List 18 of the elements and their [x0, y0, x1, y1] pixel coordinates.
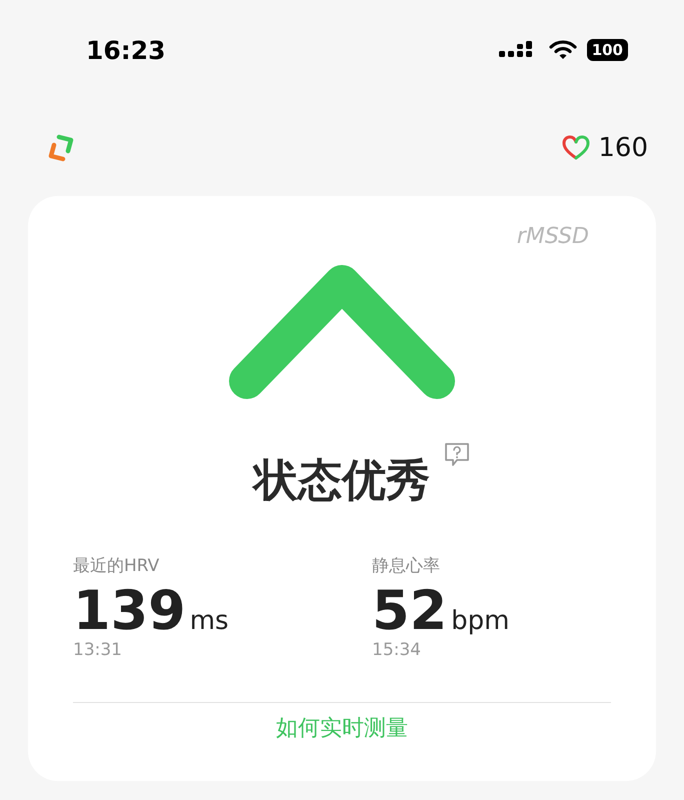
- metric-label: rMSSD: [516, 224, 589, 249]
- stat-unit: ms: [190, 606, 229, 636]
- stat-time: 15:34: [372, 640, 422, 660]
- measure-link[interactable]: 如何实时测量: [276, 713, 408, 744]
- stat-unit: bpm: [451, 606, 510, 636]
- help-icon[interactable]: [443, 441, 471, 469]
- stat-value: 139: [73, 581, 186, 640]
- wifi-icon: [548, 40, 577, 60]
- score-value: 160: [598, 133, 648, 163]
- status-title: 状态优秀: [254, 451, 430, 510]
- stat-value: 52: [372, 581, 448, 640]
- stat-label: 最近的HRV: [73, 555, 160, 577]
- stat-label: 静息心率: [372, 555, 441, 577]
- up-chevron-icon: [227, 263, 457, 401]
- battery-level: 100: [586, 39, 628, 61]
- heart-icon: [562, 135, 590, 161]
- stat-time: 13:31: [73, 640, 123, 660]
- status-time: 16:23: [86, 36, 166, 64]
